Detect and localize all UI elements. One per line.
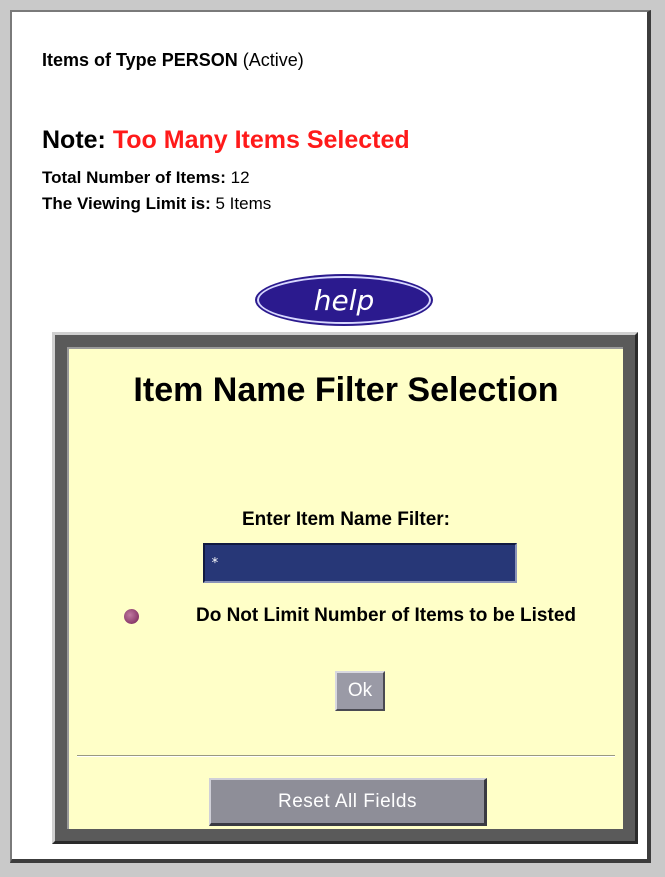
total-items-line: Total Number of Items: 12 [42, 168, 250, 188]
reset-all-fields-button[interactable]: Reset All Fields [209, 778, 487, 826]
ok-button[interactable]: Ok [335, 671, 385, 711]
viewing-limit-value: 5 Items [215, 194, 272, 213]
radio-selected-icon[interactable] [124, 609, 139, 624]
note-label: Note: [42, 126, 106, 154]
note-message: Too Many Items Selected [112, 126, 410, 154]
items-type-heading: Items of Type PERSON (Active) [42, 50, 304, 71]
filter-panel: Item Name Filter Selection Enter Item Na… [67, 347, 623, 829]
items-type-label: Items of Type PERSON [42, 50, 238, 70]
filter-input-label: Enter Item Name Filter: [242, 509, 450, 530]
help-button-label: help [313, 283, 375, 317]
no-limit-option-label: Do Not Limit Number of Items to be Liste… [195, 605, 576, 626]
panel-title: Item Name Filter Selection [133, 371, 559, 409]
no-limit-option[interactable]: Do Not Limit Number of Items to be Liste… [121, 601, 621, 631]
panel-divider [77, 755, 615, 757]
total-items-value: 12 [230, 168, 250, 187]
viewing-limit-line: The Viewing Limit is: 5 Items [42, 194, 271, 214]
viewing-limit-label: The Viewing Limit is: [42, 194, 211, 213]
total-items-label: Total Number of Items: [42, 168, 226, 187]
help-button[interactable]: help [257, 276, 431, 324]
page-frame: Items of Type PERSON (Active) Note: Too … [10, 10, 651, 863]
items-status: (Active) [242, 50, 304, 70]
note-heading: Note: Too Many Items Selected [42, 126, 410, 155]
filter-panel-frame: Item Name Filter Selection Enter Item Na… [52, 332, 638, 844]
item-name-filter-input[interactable] [203, 543, 517, 583]
